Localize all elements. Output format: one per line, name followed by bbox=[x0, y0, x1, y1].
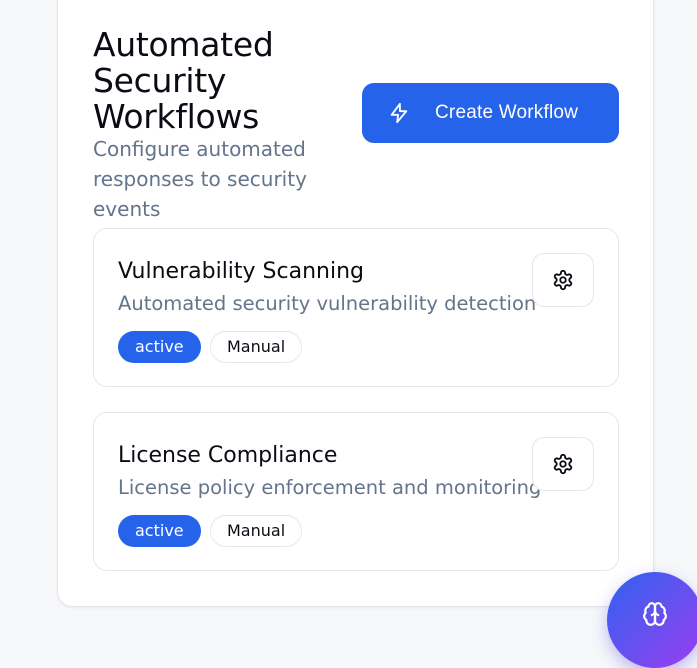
trigger-badge: Manual bbox=[210, 331, 303, 363]
workflow-settings-button[interactable] bbox=[532, 437, 594, 491]
workflow-name: License Compliance bbox=[118, 443, 338, 468]
workflow-name: Vulnerability Scanning bbox=[118, 259, 365, 284]
trigger-badge: Manual bbox=[210, 515, 303, 547]
status-badge: active bbox=[118, 515, 201, 547]
create-workflow-label: Create Workflow bbox=[435, 102, 579, 123]
status-badge: active bbox=[118, 331, 201, 363]
lightning-bolt-icon bbox=[388, 101, 410, 125]
page-subtitle: Configure automated responses to securit… bbox=[93, 137, 307, 221]
workflow-card-vulnerability-scanning: Vulnerability Scanning Automated securit… bbox=[93, 228, 619, 387]
page-title: Automated Security Workflows bbox=[93, 25, 274, 136]
brain-icon bbox=[642, 601, 668, 627]
workflow-settings-button[interactable] bbox=[532, 253, 594, 307]
create-workflow-button[interactable]: Create Workflow bbox=[362, 83, 619, 143]
gear-icon bbox=[552, 269, 574, 291]
ai-assistant-button[interactable] bbox=[607, 572, 697, 668]
workflow-description: License policy enforcement and monitorin… bbox=[118, 476, 542, 499]
workflow-card-license-compliance: License Compliance License policy enforc… bbox=[93, 412, 619, 571]
workflow-description: Automated security vulnerability detecti… bbox=[118, 292, 537, 315]
gear-icon bbox=[552, 453, 574, 475]
